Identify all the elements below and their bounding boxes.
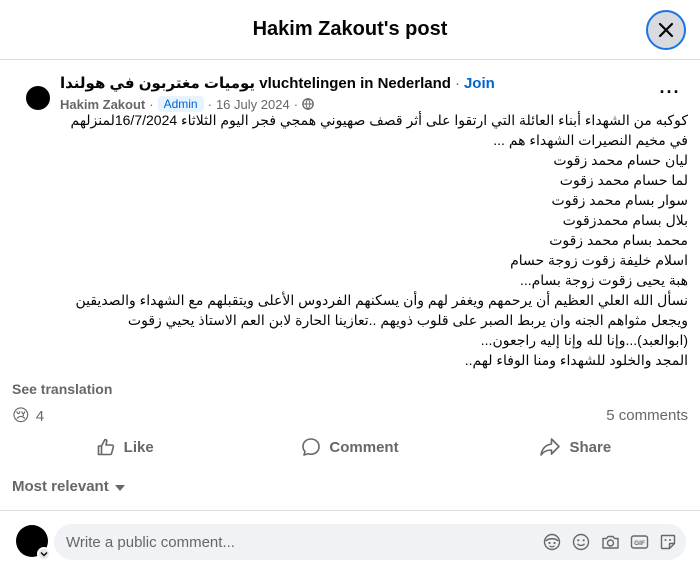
svg-text:GIF: GIF: [634, 540, 645, 547]
group-name[interactable]: يوميات مغتربون في هولندا vluchtelingen i…: [60, 75, 451, 92]
composer-tools: GIF: [542, 532, 678, 552]
post-line: المجد والخلود للشهداء ومنا الوفاء لهم..: [464, 352, 688, 368]
caret-down-icon: [114, 484, 125, 491]
share-arrow-icon: [540, 438, 561, 456]
post-line: نسأل الله العلي العظيم أن يرحمهم ويغفر ل…: [75, 292, 688, 308]
post-line: سوار بسام محمد زقوت: [551, 192, 688, 208]
camera-icon[interactable]: [600, 532, 620, 552]
action-bar: Like Comment Share: [12, 428, 688, 466]
comment-bubble-icon: [302, 438, 321, 456]
post-line: ويجعل مثواهم الجنه وان يربط الصبر على قل…: [127, 312, 688, 328]
close-button[interactable]: [646, 10, 686, 50]
like-label: Like: [123, 438, 154, 456]
see-translation-link[interactable]: See translation: [12, 381, 112, 397]
post-dialog: Hakim Zakout's post يوميات مغتربون في هو…: [0, 0, 700, 577]
gif-icon[interactable]: GIF: [629, 532, 649, 552]
post-line: اسلام خليفة زقوت زوجة حسام: [510, 252, 688, 268]
like-button[interactable]: Like: [12, 428, 237, 466]
sort-label: Most relevant: [12, 478, 109, 495]
comment-label: Comment: [329, 438, 399, 456]
group-line: يوميات مغتربون في هولندا vluchtelingen i…: [60, 74, 495, 92]
dialog-header: Hakim Zakout's post: [0, 0, 700, 60]
post-line: محمد بسام محمد زقوت: [549, 232, 688, 248]
sad-reaction-icon: 😢: [12, 406, 30, 425]
comment-box: GIF: [54, 524, 686, 560]
avatar-sticker-icon[interactable]: [542, 532, 562, 552]
divider: [0, 510, 700, 511]
avatar-chevron-down-icon[interactable]: [37, 547, 51, 561]
share-label: Share: [569, 438, 612, 456]
share-button[interactable]: Share: [463, 428, 688, 466]
comment-input[interactable]: [66, 524, 526, 560]
close-icon: [658, 22, 674, 38]
post-line: ليان حسام محمد زقوت: [553, 152, 688, 168]
comment-button[interactable]: Comment: [237, 428, 462, 466]
post-line: في مخيم النصيرات الشهداء هم ...: [493, 132, 688, 148]
post-line: بلال بسام محمدزقوت: [562, 212, 688, 228]
author-avatar[interactable]: [26, 86, 50, 110]
post-text: كوكبه من الشهداء أبناء العائلة التي ارتق…: [12, 110, 689, 370]
post-line: كوكبه من الشهداء أبناء العائلة التي ارتق…: [70, 112, 689, 128]
emoji-icon[interactable]: [571, 532, 591, 552]
more-options-button[interactable]: ···: [656, 80, 684, 104]
comment-sort-dropdown[interactable]: Most relevant: [12, 478, 125, 495]
comments-count-link[interactable]: 5 comments: [606, 407, 688, 424]
post-line: لما حسام محمد زقوت: [559, 172, 688, 188]
sticker-icon[interactable]: [658, 532, 678, 552]
separator-dot: ·: [454, 75, 460, 92]
reaction-count: 4: [35, 407, 45, 425]
comment-composer: GIF: [16, 524, 686, 561]
join-button[interactable]: Join: [464, 75, 495, 92]
globe-icon: [302, 98, 314, 110]
dialog-title: Hakim Zakout's post: [252, 18, 448, 40]
thumbs-up-icon: [97, 438, 114, 456]
post-line: هبة يحيى زقوت زوجة بسام...: [519, 272, 688, 288]
reactions-summary[interactable]: 😢 4: [12, 406, 44, 426]
post-line: (ابوالعبد)...وإنا لله وإنا إليه راجعون..…: [480, 332, 688, 348]
